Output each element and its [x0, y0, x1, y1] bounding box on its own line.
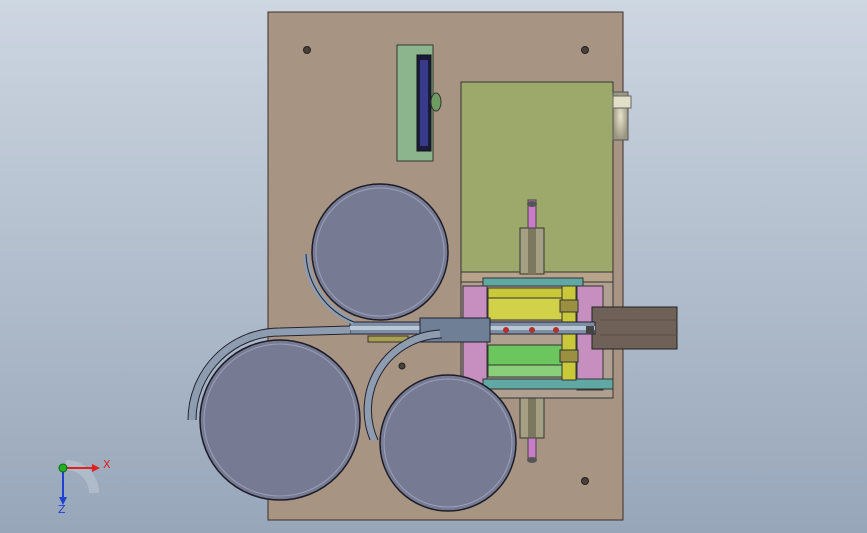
cad-viewport[interactable]: X Z	[0, 0, 867, 533]
mounting-hole	[398, 362, 406, 370]
pink-sensor	[527, 437, 537, 459]
cad-model-canvas[interactable]	[0, 0, 867, 533]
triad-z-label: Z	[58, 503, 66, 516]
teal-rail-bottom	[482, 378, 614, 390]
mounting-hole	[303, 46, 311, 54]
triad-y-axis	[58, 463, 68, 473]
triad-x-label: X	[103, 458, 111, 471]
panel-knob	[430, 92, 442, 112]
motor-box[interactable]	[460, 81, 632, 283]
teal-rail-top	[482, 277, 584, 287]
mounting-hole	[581, 46, 589, 54]
output-chute[interactable]	[591, 306, 678, 350]
mounting-hole	[581, 477, 589, 485]
